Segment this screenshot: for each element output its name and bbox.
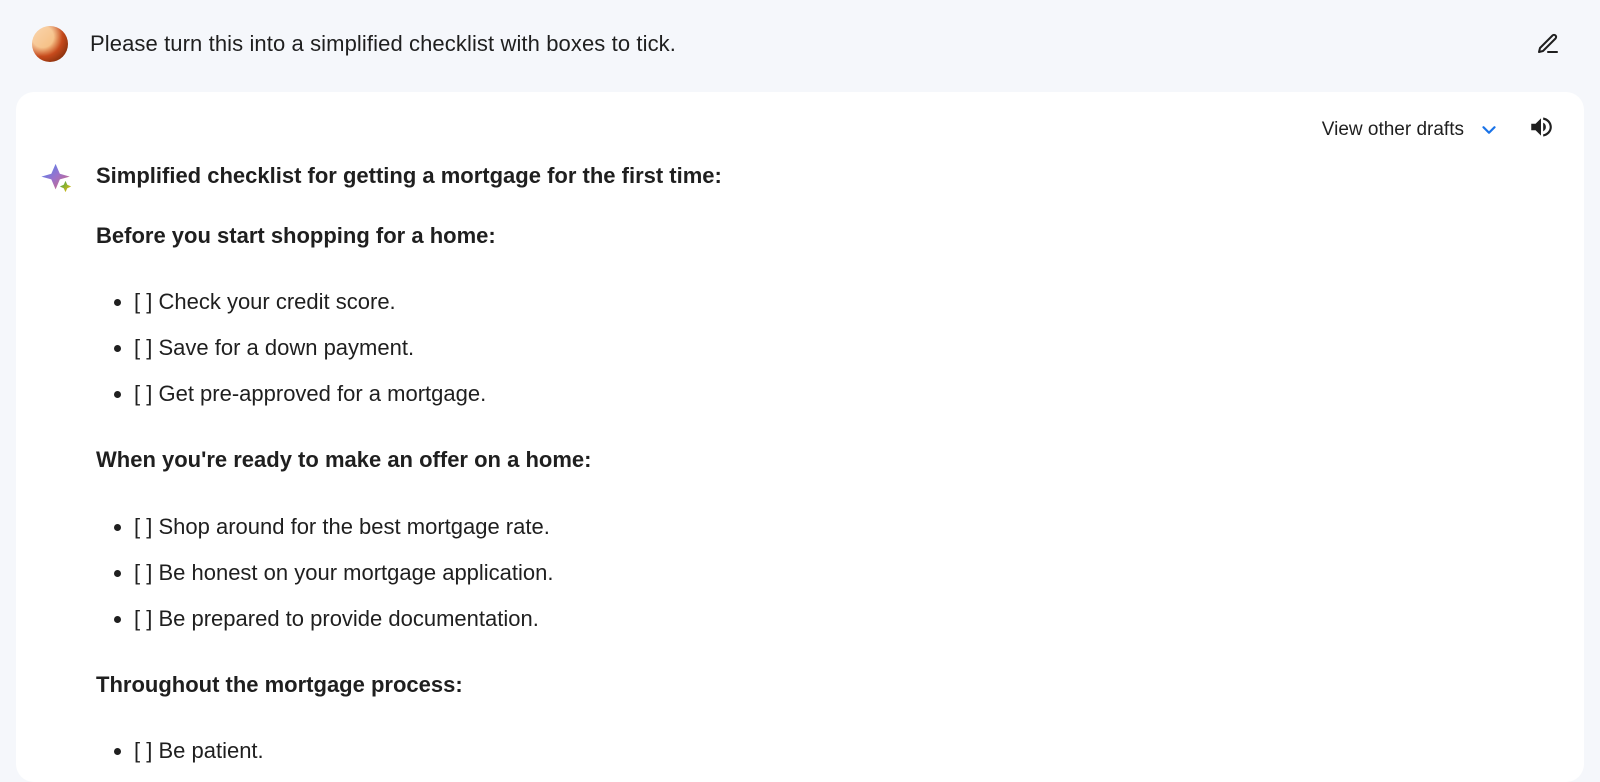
response-toolbar: View other drafts	[40, 110, 1560, 153]
chevron-down-icon	[1478, 119, 1500, 141]
list-item-text: Be prepared to provide documentation.	[158, 606, 538, 631]
list-item-text: Save for a down payment.	[158, 335, 414, 360]
checkbox-glyph: [ ]	[134, 289, 152, 314]
list-item-text: Be honest on your mortgage application.	[158, 560, 553, 585]
section-heading: Throughout the mortgage process:	[96, 668, 722, 702]
list-item-text: Get pre-approved for a mortgage.	[158, 381, 486, 406]
checkbox-glyph: [ ]	[134, 335, 152, 360]
list-item: [ ] Be honest on your mortgage applicati…	[134, 550, 722, 596]
speaker-icon	[1528, 114, 1554, 140]
list-item: [ ] Be prepared to provide documentation…	[134, 596, 722, 642]
response-title: Simplified checklist for getting a mortg…	[96, 159, 722, 193]
bard-sparkle-icon	[40, 161, 74, 200]
edit-prompt-button[interactable]	[1528, 24, 1568, 64]
list-item: [ ] Save for a down payment.	[134, 325, 722, 371]
section-heading: When you're ready to make an offer on a …	[96, 443, 722, 477]
list-item-text: Shop around for the best mortgage rate.	[158, 514, 549, 539]
list-item-text: Be patient.	[158, 738, 263, 763]
user-avatar	[32, 26, 68, 62]
pencil-icon	[1536, 32, 1560, 56]
checkbox-glyph: [ ]	[134, 738, 152, 763]
view-other-drafts-label: View other drafts	[1322, 119, 1464, 141]
checkbox-glyph: [ ]	[134, 560, 152, 585]
checklist: [ ] Shop around for the best mortgage ra…	[96, 504, 722, 642]
list-item: [ ] Check your credit score.	[134, 279, 722, 325]
read-aloud-button[interactable]	[1528, 114, 1554, 145]
user-prompt-row: Please turn this into a simplified check…	[16, 14, 1584, 86]
list-item: [ ] Shop around for the best mortgage ra…	[134, 504, 722, 550]
list-item: [ ] Be patient.	[134, 728, 722, 774]
checkbox-glyph: [ ]	[134, 381, 152, 406]
section-heading: Before you start shopping for a home:	[96, 219, 722, 253]
checkbox-glyph: [ ]	[134, 606, 152, 631]
response-content: Simplified checklist for getting a mortg…	[96, 159, 722, 782]
checklist: [ ] Check your credit score. [ ] Save fo…	[96, 279, 722, 417]
response-card: View other drafts	[16, 92, 1584, 782]
checklist: [ ] Be patient.	[96, 728, 722, 774]
view-other-drafts-button[interactable]: View other drafts	[1322, 119, 1500, 141]
user-prompt-text: Please turn this into a simplified check…	[90, 31, 676, 57]
checkbox-glyph: [ ]	[134, 514, 152, 539]
list-item: [ ] Get pre-approved for a mortgage.	[134, 371, 722, 417]
list-item-text: Check your credit score.	[158, 289, 395, 314]
